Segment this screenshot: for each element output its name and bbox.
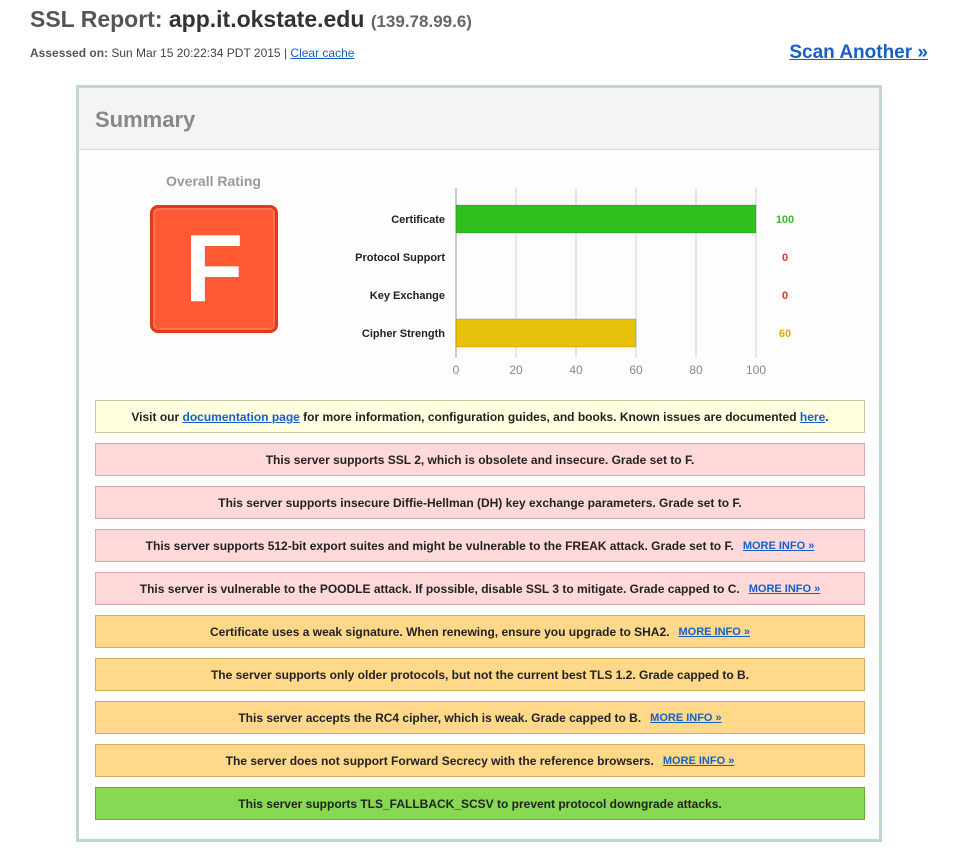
title-prefix: SSL Report: (30, 6, 163, 32)
value-label: 100 (776, 214, 794, 226)
assessed-separator: | (283, 46, 288, 60)
clear-cache-link[interactable]: Clear cache (290, 46, 354, 60)
rating-area: Overall Rating F 0 20 40 60 80 100 Certificate… (79, 150, 879, 398)
category-label: Cipher Strength (362, 328, 445, 340)
scan-another-link[interactable]: Scan Another » (789, 42, 928, 64)
message-text: This server supports SSL 2, which is obs… (265, 452, 695, 467)
category-label: Protocol Support (355, 252, 445, 264)
value-label: 0 (782, 290, 788, 302)
more-info-link[interactable]: MORE INFO » (650, 712, 722, 724)
error-message: This server is vulnerable to the POODLE … (95, 572, 865, 605)
documentation-link[interactable]: documentation page (183, 410, 300, 424)
message-text: This server supports insecure Diffie-Hel… (218, 495, 742, 510)
x-tick-label: 40 (569, 363, 583, 377)
good-message: This server supports TLS_FALLBACK_SCSV t… (95, 787, 865, 820)
more-info-link[interactable]: MORE INFO » (743, 540, 815, 552)
known-issues-link[interactable]: here (800, 410, 825, 424)
warning-message: The server supports only older protocols… (95, 658, 865, 691)
value-label: 0 (782, 252, 788, 264)
message-text: The server does not support Forward Secr… (225, 753, 654, 768)
rating-bar-chart: 0 20 40 60 80 100 Certificate 100 Protocol Suppo… (355, 188, 794, 377)
warning-message: Certificate uses a weak signature. When … (95, 615, 865, 648)
x-tick-label: 60 (629, 363, 643, 377)
summary-panel: Summary Overall Rating F 0 20 40 60 80 100 Cer… (76, 85, 882, 842)
category-label: Certificate (391, 214, 445, 226)
more-info-link[interactable]: MORE INFO » (678, 626, 750, 638)
assessed-label: Assessed on: (30, 46, 109, 60)
message-list: Visit our documentation page for more in… (95, 400, 865, 830)
message-text: This server supports 512-bit export suit… (145, 538, 734, 553)
error-message: This server supports SSL 2, which is obs… (95, 443, 865, 476)
message-text: for more information, configuration guid… (299, 409, 800, 424)
value-label: 60 (779, 328, 791, 340)
info-message: Visit our documentation page for more in… (95, 400, 865, 433)
title-ip: (139.78.99.6) (370, 12, 472, 31)
title-host: app.it.okstate.edu (168, 6, 365, 32)
bar (455, 318, 637, 348)
message-text: . (825, 409, 829, 424)
bar (455, 204, 757, 234)
message-text: This server supports TLS_FALLBACK_SCSV t… (238, 796, 722, 811)
message-text: The server supports only older protocols… (210, 667, 750, 682)
more-info-link[interactable]: MORE INFO » (663, 755, 735, 767)
assessed-date: Sun Mar 15 20:22:34 PDT 2015 (111, 46, 281, 60)
x-tick-label: 20 (509, 363, 523, 377)
message-text: Visit our (131, 409, 183, 424)
x-tick-label: 80 (689, 363, 703, 377)
summary-title: Summary (95, 107, 196, 132)
category-label: Key Exchange (370, 290, 445, 302)
more-info-link[interactable]: MORE INFO » (749, 583, 821, 595)
warning-message: The server does not support Forward Secr… (95, 744, 865, 777)
x-tick-label: 0 (453, 363, 460, 377)
message-text: Certificate uses a weak signature. When … (210, 624, 670, 639)
x-tick-label: 100 (746, 363, 766, 377)
assessed-line: Assessed on: Sun Mar 15 20:22:34 PDT 201… (30, 46, 354, 60)
summary-header: Summary (79, 88, 879, 150)
error-message: This server supports insecure Diffie-Hel… (95, 486, 865, 519)
message-text: This server is vulnerable to the POODLE … (139, 581, 740, 596)
warning-message: This server accepts the RC4 cipher, whic… (95, 701, 865, 734)
message-text: This server accepts the RC4 cipher, whic… (238, 710, 642, 725)
page-title: SSL Report: app.it.okstate.edu (139.78.9… (30, 6, 472, 33)
error-message: This server supports 512-bit export suit… (95, 529, 865, 562)
